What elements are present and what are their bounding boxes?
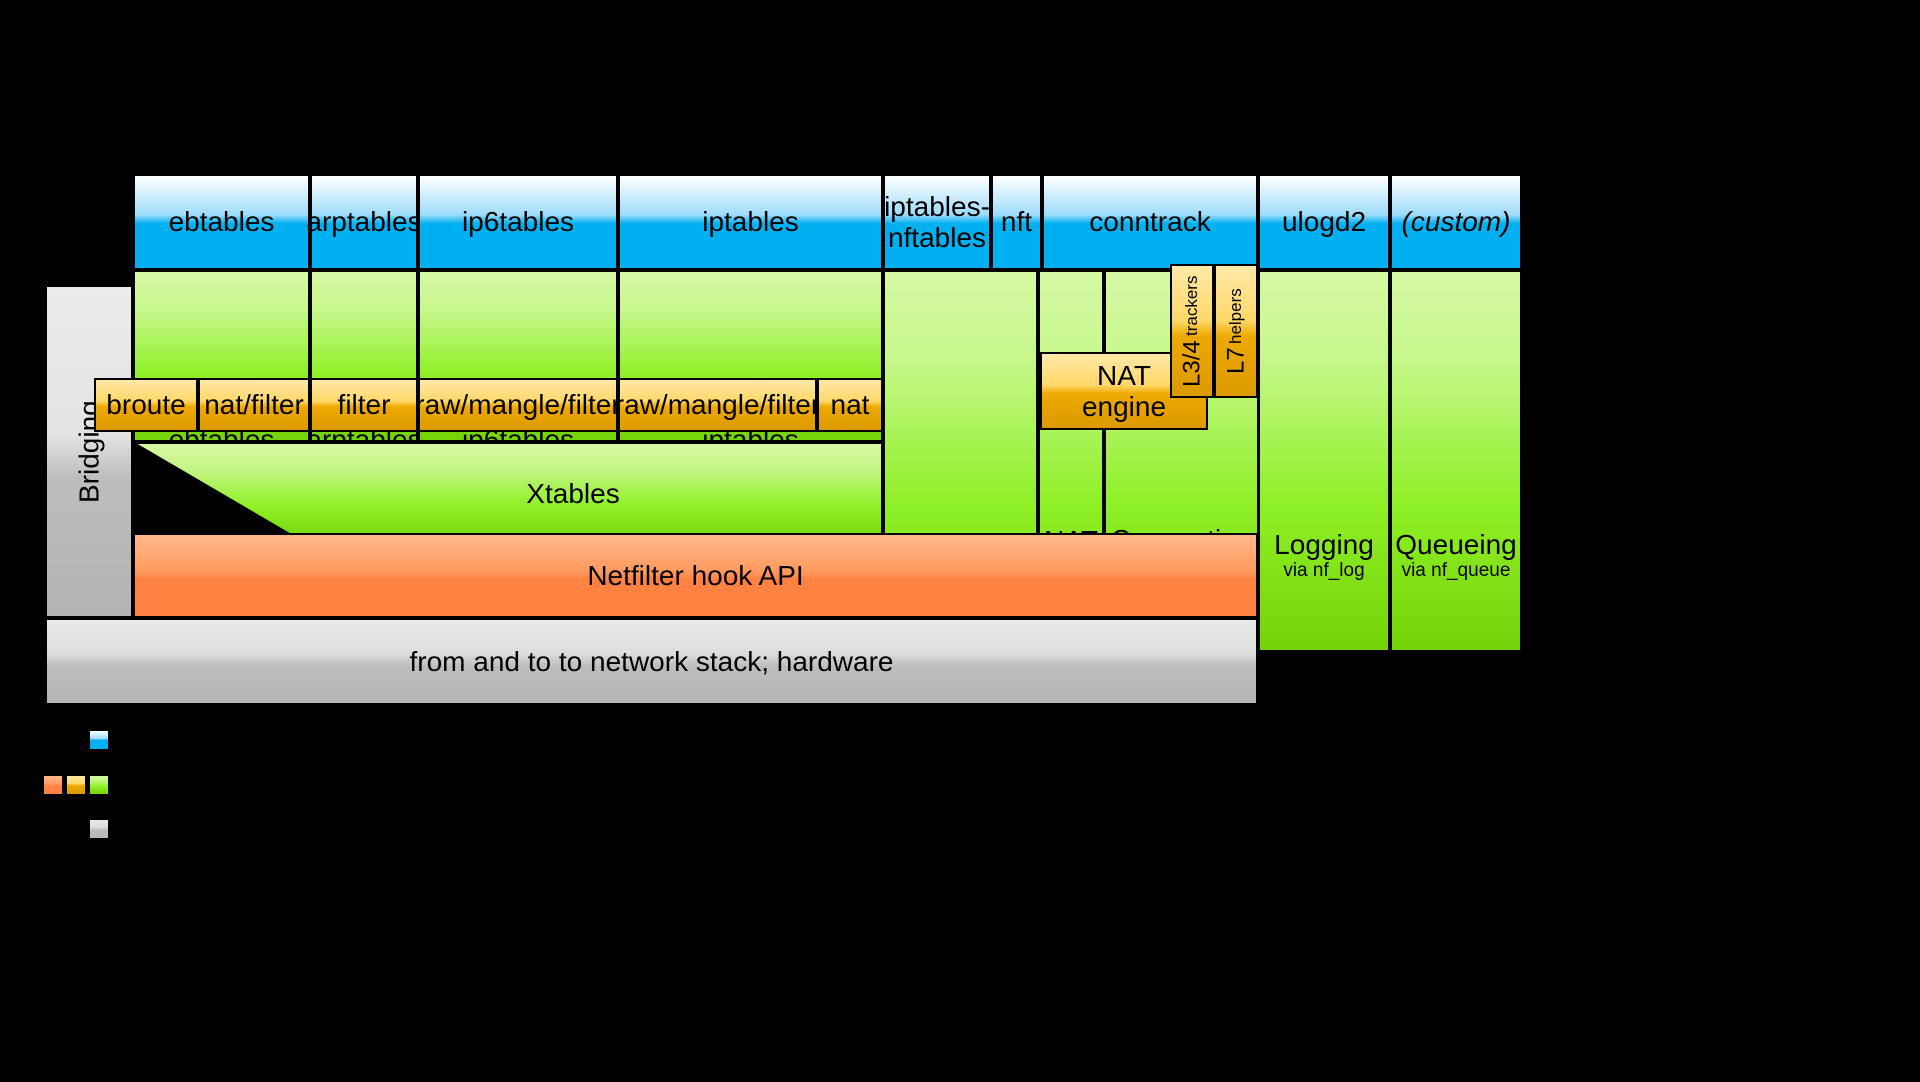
netfilter-hook-api-bar: Netfilter hook API	[133, 533, 1258, 618]
userspace-tool-nft[interactable]: nft	[991, 174, 1042, 270]
l7-helpers-small: helpers	[1226, 287, 1246, 344]
legend-swatch-kernel	[88, 774, 110, 796]
legend-swatch-other	[88, 818, 110, 840]
queueing-line2: via nf_queue	[1401, 560, 1511, 582]
logging-line2: via nf_log	[1283, 560, 1365, 582]
queueing-column	[1390, 270, 1522, 652]
l34-trackers-small: trackers	[1182, 275, 1202, 336]
logging-line1: Logging	[1274, 528, 1374, 560]
userspace-tool-iptables-nftables[interactable]: iptables- nftables	[883, 174, 991, 270]
l7-helpers-box[interactable]: L7 helpers	[1214, 264, 1258, 398]
network-stack-bar: from and to to network stack; hardware	[45, 618, 1258, 705]
l34-trackers-box[interactable]: L3/4 trackers	[1170, 264, 1214, 398]
userspace-tool-iptables[interactable]: iptables	[618, 174, 883, 270]
table-raw-mangle-filter-ip4[interactable]: raw/mangle/filter	[615, 378, 820, 432]
iptables-nftables-line1: iptables-	[884, 190, 990, 222]
table-broute[interactable]: broute	[94, 378, 198, 432]
queueing-label: Queueing via nf_queue	[1390, 520, 1522, 590]
legend-swatch-tables	[65, 774, 87, 796]
nat-engine-line1: NAT	[1097, 359, 1151, 391]
l7-helpers-label: L7 helpers	[1216, 266, 1256, 396]
userspace-tool-arptables[interactable]: arptables	[306, 174, 422, 270]
logging-label: Logging via nf_log	[1258, 520, 1390, 590]
xtables-shape: Xtables	[133, 442, 883, 547]
bridging-label: Bridging	[73, 400, 105, 503]
xtables-label: Xtables	[526, 478, 620, 510]
userspace-tool-custom[interactable]: (custom)	[1390, 174, 1522, 270]
table-raw-mangle-filter-ip6[interactable]: raw/mangle/filter	[415, 378, 621, 432]
l34-trackers-big: L3/4	[1178, 339, 1206, 387]
iptables-nftables-line2: nftables	[887, 222, 987, 253]
legend-swatch-hook	[42, 774, 64, 796]
queueing-line1: Queueing	[1395, 528, 1517, 560]
table-nat[interactable]: nat	[817, 378, 883, 432]
table-filter[interactable]: filter	[310, 378, 418, 432]
userspace-tool-ip6tables[interactable]: ip6tables	[418, 174, 618, 270]
logging-column	[1258, 270, 1390, 652]
l7-helpers-big: L7	[1222, 347, 1250, 375]
netfilter-architecture-diagram: Bridging ebtables arptables ip6tables ip…	[0, 0, 1920, 1082]
nat-engine-line2: engine	[1081, 391, 1167, 422]
userspace-tool-ebtables[interactable]: ebtables	[133, 174, 310, 270]
table-nat-filter[interactable]: nat/filter	[198, 378, 310, 432]
legend	[40, 718, 240, 848]
userspace-tool-ulogd2[interactable]: ulogd2	[1258, 174, 1390, 270]
userspace-tool-conntrack[interactable]: conntrack	[1042, 174, 1258, 270]
l34-trackers-label: L3/4 trackers	[1172, 266, 1212, 396]
bridging-panel: Bridging	[45, 285, 133, 618]
legend-swatch-userspace	[88, 729, 110, 751]
